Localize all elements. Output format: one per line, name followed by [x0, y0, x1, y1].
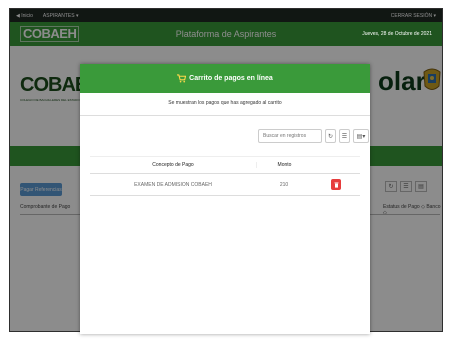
columns-button[interactable]: ▤▾ [353, 129, 369, 143]
toggle-view-button[interactable]: ☰ [339, 129, 350, 143]
row-amount: 210 [279, 181, 289, 188]
header-date: Jueves, 28 de Octubre de 2021 [362, 31, 432, 37]
modal-subtitle: Se muestran los pagos que has agregado a… [168, 100, 282, 106]
column-header-amount[interactable]: Monto [256, 162, 312, 168]
table-header: Concepto de Pago Monto [90, 156, 360, 174]
refresh-icon: ↻ [327, 133, 334, 140]
modal-header: Carrito de pagos en línea [80, 64, 370, 93]
list-icon: ☰ [341, 133, 348, 140]
search-input[interactable] [258, 129, 322, 143]
cart-modal: Carrito de pagos en línea Se muestran lo… [80, 64, 370, 334]
row-concept: EXAMEN DE ADMISION COBAEH [134, 181, 212, 188]
table-row: EXAMEN DE ADMISION COBAEH 210 [90, 174, 360, 196]
delete-button[interactable] [331, 179, 341, 190]
modal-divider [80, 115, 370, 116]
column-header-concept[interactable]: Concepto de Pago [90, 162, 256, 168]
cart-table: Concepto de Pago Monto EXAMEN DE ADMISIO… [90, 156, 360, 196]
row-actions [312, 179, 360, 190]
trash-icon [334, 182, 338, 188]
refresh-button[interactable]: ↻ [325, 129, 336, 143]
columns-dropdown-icon: ▤▾ [356, 133, 366, 140]
modal-title: Carrito de pagos en línea [189, 75, 273, 82]
table-toolbar: ↻ ☰ ▤▾ [258, 129, 369, 143]
cart-icon [177, 74, 187, 83]
